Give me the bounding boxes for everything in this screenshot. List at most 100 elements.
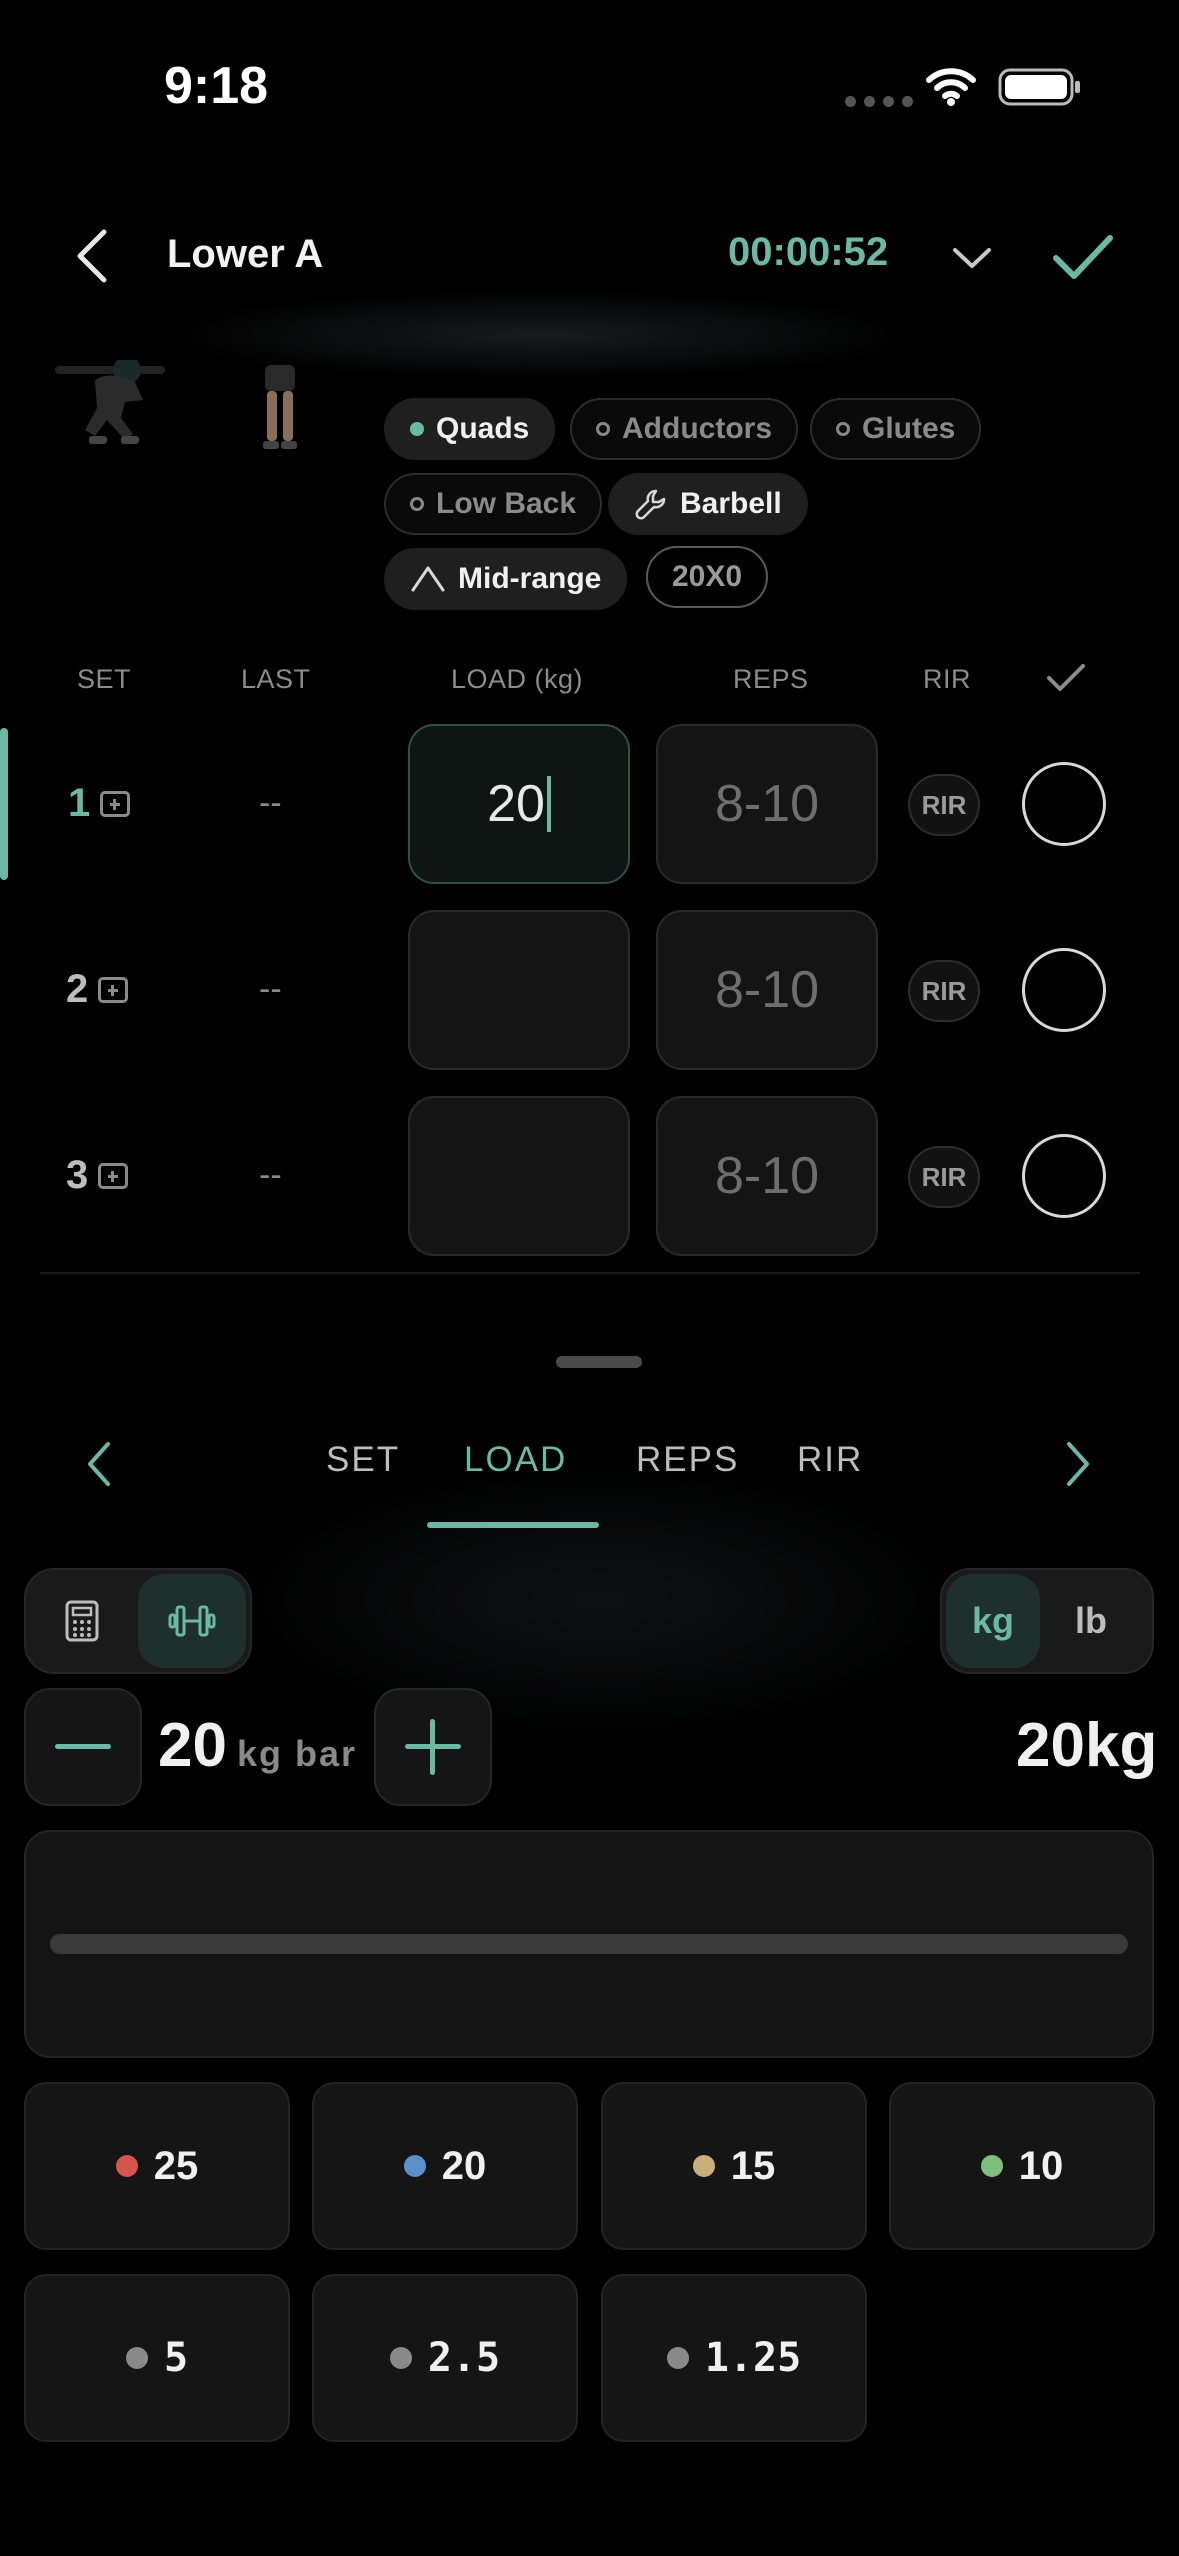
active-set-indicator [0, 728, 8, 880]
status-time: 9:18 [164, 57, 269, 115]
exercise-thumbnail-stand[interactable] [255, 365, 305, 455]
tab-reps[interactable]: REPS [636, 1440, 739, 1480]
plate-color-dot-icon [403, 2155, 426, 2177]
next-tab-chevron-icon[interactable] [1063, 1440, 1093, 1488]
prev-tab-chevron-icon[interactable] [84, 1440, 114, 1488]
set-3-load-input[interactable] [408, 1096, 630, 1256]
bar-weight-value: 20 [158, 1711, 227, 1780]
unit-kg-option[interactable]: kg [946, 1574, 1040, 1668]
chip-label: Quads [436, 412, 530, 445]
finish-checkmark-icon[interactable] [1052, 232, 1114, 282]
tab-load[interactable]: LOAD [464, 1440, 567, 1480]
workout-title: Lower A [167, 232, 324, 276]
column-header-done-check-icon [1047, 664, 1085, 691]
add-drop-set-icon[interactable] [98, 1162, 129, 1189]
bar-weight-unit: kg bar [236, 1733, 358, 1774]
secondary-muscle-dot-icon [836, 422, 850, 436]
plate-15-button[interactable]: 15 [601, 2082, 867, 2250]
set-3-complete-toggle[interactable] [1022, 1134, 1106, 1218]
active-tab-indicator [427, 1522, 599, 1528]
minus-icon [55, 1744, 111, 1749]
column-header-reps: REPS [733, 664, 809, 694]
chip-label: Glutes [862, 412, 956, 445]
tab-set[interactable]: SET [326, 1440, 400, 1480]
secondary-muscle-dot-icon [596, 422, 610, 436]
chip-label: 20X0 [672, 560, 743, 593]
column-header-set: SET [77, 664, 132, 694]
chip-muscle-quads[interactable]: Quads [384, 398, 556, 460]
unit-toggle[interactable]: kg lb [940, 1568, 1154, 1674]
workout-timer: 00:00:52 [728, 230, 889, 274]
unit-lb-option[interactable]: lb [1044, 1574, 1138, 1668]
plate-color-dot-icon [389, 2347, 412, 2369]
total-load-value: 20kg [1016, 1711, 1158, 1780]
plate-20-button[interactable]: 20 [312, 2082, 578, 2250]
exercise-thumbnail-squat[interactable] [55, 360, 165, 450]
secondary-muscle-dot-icon [410, 497, 424, 511]
set-2-number[interactable]: 2 [66, 967, 129, 1012]
load-mode-toggle[interactable] [24, 1568, 252, 1674]
calculator-icon [65, 1600, 99, 1642]
set-3-rir-button[interactable]: RIR [908, 1146, 980, 1208]
text-cursor [546, 776, 551, 832]
set-3-number[interactable]: 3 [66, 1153, 129, 1198]
sheet-glow [200, 1450, 1000, 1750]
table-divider [40, 1272, 1140, 1274]
plate-1-25-button[interactable]: 1.25 [601, 2274, 867, 2442]
chip-range-mid[interactable]: Mid-range [384, 548, 628, 610]
add-drop-set-icon[interactable] [98, 976, 129, 1003]
set-3-reps-input[interactable]: 8-10 [656, 1096, 878, 1256]
plus-icon [405, 1719, 461, 1775]
sheet-grabber-handle[interactable] [556, 1356, 642, 1368]
battery-icon [998, 68, 1080, 106]
plate-color-dot-icon [115, 2155, 138, 2177]
plate-color-dot-icon [692, 2155, 715, 2177]
set-2-last: -- [259, 970, 282, 1008]
set-1-load-input[interactable]: 20 [408, 724, 630, 884]
bar-weight-decrease-button[interactable] [24, 1688, 142, 1806]
plate-color-dot-icon [666, 2347, 689, 2369]
column-header-rir: RIR [923, 664, 971, 694]
calculator-mode-button[interactable] [30, 1574, 134, 1668]
barbell-bar [50, 1934, 1128, 1954]
chip-label: Mid-range [458, 562, 602, 595]
wifi-icon [926, 68, 976, 106]
dumbbell-plate-icon [168, 1605, 216, 1637]
chip-equipment-barbell[interactable]: Barbell [608, 473, 808, 535]
chip-muscle-low-back[interactable]: Low Back [384, 473, 603, 535]
chip-tempo[interactable]: 20X0 [646, 546, 769, 608]
plate-mode-button[interactable] [138, 1574, 246, 1668]
set-1-last: -- [259, 784, 282, 822]
bar-weight-increase-button[interactable] [374, 1688, 492, 1806]
tab-rir[interactable]: RIR [797, 1440, 863, 1480]
column-header-load: LOAD (kg) [451, 664, 584, 694]
chevron-down-icon[interactable] [951, 244, 993, 272]
chip-label: Barbell [680, 487, 782, 520]
add-drop-set-icon[interactable] [100, 790, 131, 817]
plate-color-dot-icon [125, 2347, 148, 2369]
set-1-number[interactable]: 1 [68, 781, 131, 826]
set-1-reps-input[interactable]: 8-10 [656, 724, 878, 884]
plate-25-button[interactable]: 25 [24, 2082, 290, 2250]
chip-muscle-adductors[interactable]: Adductors [570, 398, 798, 460]
set-1-rir-button[interactable]: RIR [908, 774, 980, 836]
chip-label: Adductors [622, 412, 772, 445]
chip-muscle-glutes[interactable]: Glutes [810, 398, 982, 460]
set-3-last: -- [259, 1156, 282, 1194]
plate-color-dot-icon [980, 2155, 1003, 2177]
range-curve-icon [411, 566, 445, 592]
bar-weight-display: 20 kg bar [158, 1710, 357, 1781]
set-2-reps-input[interactable]: 8-10 [656, 910, 878, 1070]
set-2-complete-toggle[interactable] [1022, 948, 1106, 1032]
wrench-icon [635, 489, 666, 520]
back-chevron-icon[interactable] [72, 226, 112, 286]
column-header-last: LAST [241, 664, 311, 694]
plate-2-5-button[interactable]: 2.5 [312, 2274, 578, 2442]
set-2-rir-button[interactable]: RIR [908, 960, 980, 1022]
plate-10-button[interactable]: 10 [889, 2082, 1155, 2250]
chip-label: Low Back [436, 487, 577, 520]
plate-5-button[interactable]: 5 [24, 2274, 290, 2442]
set-1-complete-toggle[interactable] [1022, 762, 1106, 846]
cellular-signal-icon [845, 96, 913, 107]
set-2-load-input[interactable] [408, 910, 630, 1070]
